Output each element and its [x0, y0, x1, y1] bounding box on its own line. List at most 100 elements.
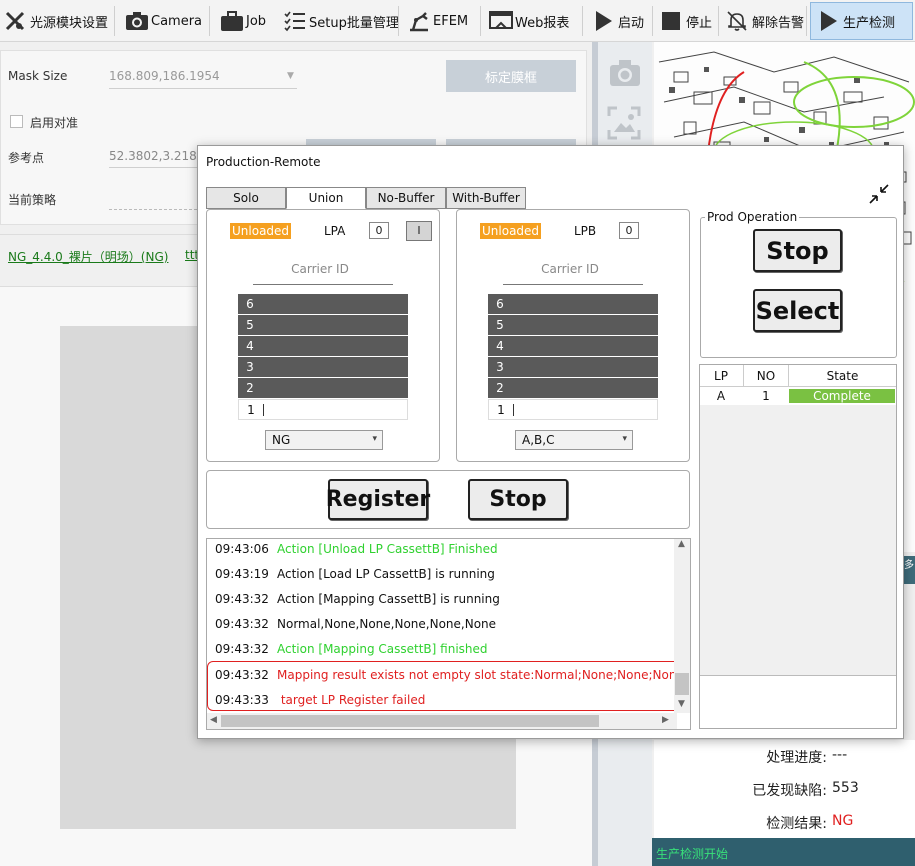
lpb-slot-1[interactable]: 1 — [488, 399, 658, 420]
lpa-slot-3[interactable]: 3 — [238, 357, 408, 378]
collapse-icon[interactable] — [867, 182, 891, 209]
efem-button[interactable]: EFEM — [407, 2, 468, 40]
lpa-label: LPA — [324, 224, 346, 238]
prod-stop-button[interactable]: Stop — [753, 229, 842, 272]
ref-point-value[interactable]: 52.3802,3.2185 — [109, 149, 204, 163]
light-source-settings-button[interactable]: 光源模块设置 — [4, 2, 108, 40]
column-header-state: State — [826, 369, 859, 383]
register-button[interactable]: Register — [326, 479, 430, 520]
lpa-slot-list: 6 5 4 3 2 1 — [238, 294, 408, 420]
stop-icon — [660, 10, 682, 32]
job-button[interactable]: Job — [220, 2, 266, 40]
efem-label: EFEM — [433, 13, 469, 29]
lpa-count: 0 — [369, 222, 389, 239]
camera-label: Camera — [151, 13, 203, 29]
log-vscroll-thumb[interactable] — [675, 673, 689, 695]
calibrate-frame-button[interactable]: 标定膜框 — [446, 60, 576, 92]
prod-select-button[interactable]: Select — [753, 289, 842, 332]
event-log[interactable]: 09:43:06 Action [Unload LP CassettB] Fini… — [206, 538, 691, 730]
lpb-slot-4[interactable]: 4 — [488, 336, 658, 357]
lpa-carrier-id-field[interactable] — [253, 284, 393, 285]
lpa-slot-6[interactable]: 6 — [238, 294, 408, 315]
defects-value: 553 — [832, 780, 859, 796]
lpa-group: Unloaded LPA 0 I Carrier ID 6 5 4 3 2 1 … — [206, 209, 440, 462]
start-label: 启动 — [618, 15, 645, 31]
lpb-count: 0 — [619, 222, 639, 239]
toolbar-divider — [480, 6, 481, 36]
stop-toolbar-button[interactable]: 停止 — [660, 2, 712, 40]
camera-icon[interactable] — [609, 58, 641, 91]
state-complete-badge: Complete — [789, 389, 895, 403]
lpa-slot-4[interactable]: 4 — [238, 336, 408, 357]
log-line: 09:43:32 Action [Mapping CassettB] finish… — [215, 642, 488, 656]
toolbar-divider — [209, 6, 210, 36]
lpb-slot-list: 6 5 4 3 2 1 — [488, 294, 658, 420]
camera-icon — [125, 10, 148, 32]
register-controls-group — [206, 470, 690, 529]
log-line: 09:43:32 Action [Mapping CassettB] is run… — [215, 592, 500, 606]
log-vertical-scrollbar[interactable]: ▲ ▼ — [674, 539, 690, 713]
bell-off-icon — [726, 10, 748, 32]
tab-no-buffer[interactable]: No-Buffer — [366, 187, 446, 209]
lpb-carrier-id-field[interactable] — [503, 284, 643, 285]
stop-button[interactable]: Stop — [468, 479, 568, 520]
lpb-slot-6[interactable]: 6 — [488, 294, 658, 315]
status-bar: 生产检测开始 — [652, 838, 915, 866]
cell-no: 1 — [762, 389, 770, 403]
setup-batch-button[interactable]: Setup批量管理 — [283, 2, 399, 40]
lpb-slot-2[interactable]: 2 — [488, 378, 658, 399]
result-value: NG — [832, 813, 854, 829]
toolbar-divider — [398, 6, 399, 36]
lpa-slot-1[interactable]: 1 — [238, 399, 408, 420]
tab-union[interactable]: Union — [286, 187, 366, 209]
web-report-button[interactable]: Web报表 — [489, 2, 569, 40]
mask-size-dropdown-icon[interactable]: ▼ — [287, 71, 294, 81]
lpa-slot-5[interactable]: 5 — [238, 315, 408, 336]
camera-button[interactable]: Camera — [125, 2, 202, 40]
enable-align-checkbox[interactable] — [10, 115, 23, 128]
robot-arm-icon — [407, 10, 429, 32]
error-highlight-box — [207, 661, 683, 711]
inspection-stats-panel: 处理进度: --- 已发现缺陷: 553 检测结果: NG — [654, 740, 915, 840]
scroll-right-icon[interactable]: ▶ — [662, 715, 669, 725]
tab-solo[interactable]: Solo — [206, 187, 286, 209]
mask-size-value[interactable]: 168.809,186.1954 — [109, 69, 220, 83]
tab-with-buffer[interactable]: With-Buffer — [446, 187, 526, 209]
recipe-link-ng[interactable]: NG_4.4.0_裸片（明场）(NG) — [8, 248, 168, 265]
log-hscroll-thumb[interactable] — [221, 715, 599, 727]
lpa-i-button[interactable]: I — [406, 221, 432, 241]
dialog-title: Production-Remote — [206, 155, 321, 169]
image-icon[interactable] — [607, 106, 641, 143]
mask-size-label: Mask Size — [8, 69, 68, 83]
scroll-left-icon[interactable]: ◀ — [210, 715, 217, 725]
enable-align-label: 启用对准 — [30, 116, 79, 130]
strategy-underline — [109, 209, 197, 210]
lpb-group: Unloaded LPB 0 Carrier ID 6 5 4 3 2 1 A,… — [456, 209, 690, 462]
state-table-footer — [700, 676, 896, 728]
lpa-recipe-select[interactable]: NG ▾ — [265, 430, 383, 450]
toolbar-divider — [652, 6, 653, 36]
log-horizontal-scrollbar[interactable]: ◀ ▶ — [207, 713, 677, 729]
side-tab[interactable]: 多 — [904, 556, 915, 584]
log-line: 09:43:32 Normal,None,None,None,None,None — [215, 617, 497, 631]
lpb-recipe-select[interactable]: A,B,C ▾ — [515, 430, 633, 450]
setup-batch-label: Setup批量管理 — [309, 15, 399, 31]
table-row[interactable]: A 1 Complete — [700, 387, 896, 405]
column-header-no: NO — [756, 369, 776, 383]
progress-label: 处理进度: — [766, 750, 827, 766]
lpa-slot-2[interactable]: 2 — [238, 378, 408, 399]
scroll-down-icon[interactable]: ▼ — [678, 699, 685, 709]
state-table-header: LP NO State — [700, 365, 896, 387]
start-button[interactable]: 启动 — [592, 2, 644, 40]
ref-point-label: 参考点 — [8, 151, 45, 165]
lpb-slot-5[interactable]: 5 — [488, 315, 658, 336]
scroll-up-icon[interactable]: ▲ — [678, 539, 685, 549]
cell-lp: A — [716, 389, 726, 403]
toolbar-divider — [806, 6, 807, 36]
lpb-carrier-id-label: Carrier ID — [541, 262, 599, 276]
toolbar-divider — [718, 6, 719, 36]
clear-alarm-button[interactable]: 解除告警 — [726, 2, 804, 40]
lpb-recipe-value: A,B,C — [522, 433, 555, 447]
production-inspection-button[interactable]: 生产检测 — [810, 2, 913, 40]
lpb-slot-3[interactable]: 3 — [488, 357, 658, 378]
